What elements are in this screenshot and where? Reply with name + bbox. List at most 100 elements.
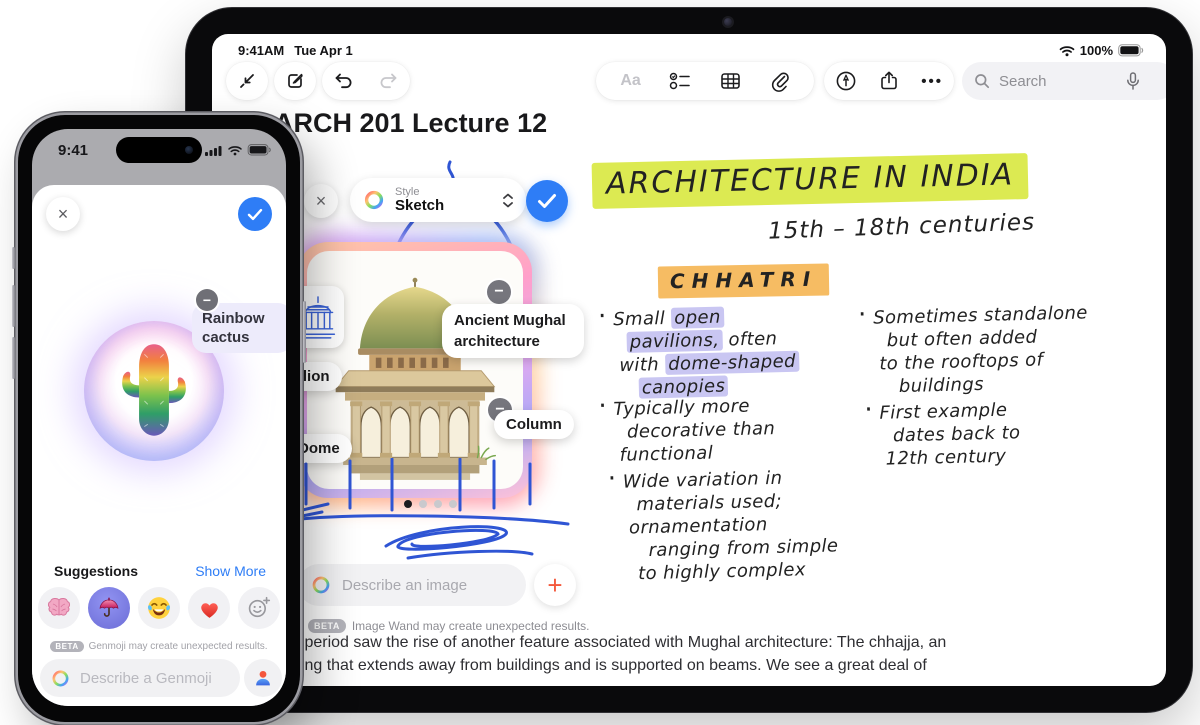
close-icon: × — [315, 191, 327, 211]
style-picker[interactable]: Style Sketch — [350, 178, 526, 222]
iphone-status-icons — [205, 144, 272, 156]
iphone-device: 9:41 × − Rainbow cactus Suggestions Show… — [12, 115, 306, 722]
handwritten-bullet: First exampledates back to12th century — [879, 398, 1021, 470]
front-camera-icon — [724, 18, 732, 26]
page-dot[interactable] — [404, 500, 412, 508]
battery-icon — [1118, 44, 1144, 57]
brain-emoji-icon[interactable] — [38, 587, 80, 629]
page-dot[interactable] — [449, 500, 457, 508]
markup-icon[interactable] — [835, 70, 857, 92]
highlighted-heading-text: ARCHITECTURE IN INDIA — [591, 153, 1029, 209]
share-icon[interactable] — [879, 70, 899, 92]
remove-minus-icon: − — [202, 292, 212, 308]
genmoji-prompt-field[interactable] — [40, 659, 240, 697]
compose-note-button[interactable] — [274, 62, 316, 100]
attachment-icon[interactable] — [770, 71, 790, 92]
more-icon[interactable]: ••• — [921, 73, 943, 90]
handwritten-section-title: CHHATRI — [657, 263, 830, 299]
format-toolbar-group: Aa — [596, 62, 814, 100]
person-icon — [256, 670, 270, 686]
note-body-line: ning that extends away from buildings an… — [292, 657, 927, 674]
collapse-note-button[interactable] — [226, 62, 268, 100]
volume-up-button[interactable] — [12, 285, 15, 327]
battery-icon — [247, 144, 271, 156]
add-plus-icon: + — [547, 570, 563, 600]
beta-badge: BETA — [308, 619, 346, 633]
genmoji-disclaimer: BETA Genmoji may create unexpected resul… — [32, 641, 286, 652]
chevron-updown-icon — [502, 193, 514, 208]
handwritten-bullet: Wide variation inmaterials used;ornament… — [623, 465, 840, 585]
handwritten-bullet: Small openpavilions, oftenwith dome-shap… — [613, 304, 800, 400]
search-input[interactable] — [997, 71, 1119, 91]
ipad-status-bar: 9:41AM Tue Apr 1 — [238, 43, 353, 58]
power-button[interactable] — [303, 301, 306, 363]
ipad-status-icons: 100% — [1059, 43, 1144, 58]
confirm-check-icon — [538, 194, 556, 208]
volume-down-button[interactable] — [12, 337, 15, 379]
page-dot[interactable] — [419, 500, 427, 508]
battery-percent: 100% — [1079, 43, 1113, 58]
object-label-main: Ancient Mughal architecture — [442, 304, 584, 358]
rainbow-cactus-emoji — [112, 337, 196, 443]
genmoji-sheet: × − Rainbow cactus Suggestions Show More… — [32, 185, 286, 706]
undo-icon[interactable] — [333, 71, 355, 91]
style-label: Style — [395, 185, 420, 198]
image-wand-confirm-button[interactable] — [526, 180, 568, 222]
remove-minus-icon: − — [494, 283, 504, 300]
remove-description-button[interactable]: − — [196, 289, 218, 311]
show-more-link[interactable]: Show More — [195, 563, 266, 579]
object-label-column: Column — [494, 410, 574, 439]
highlighted-section-text: CHHATRI — [657, 263, 830, 299]
image-wand-close-button[interactable]: × — [304, 184, 338, 218]
disclaimer-text: Genmoji may create unexpected results. — [88, 641, 268, 652]
genmoji-screen: 9:41 × − Rainbow cactus Suggestions Show… — [32, 129, 286, 706]
scene: 9:41AM Tue Apr 1 100% Aa ••• Search ARCH… — [0, 0, 1200, 725]
notes-app: 9:41AM Tue Apr 1 100% Aa ••• Search ARCH… — [212, 34, 1166, 686]
undo-redo-group — [322, 62, 410, 100]
image-wand-prompt-input[interactable] — [340, 575, 504, 595]
handwritten-heading: ARCHITECTURE IN INDIA — [591, 153, 1029, 209]
apple-intelligence-icon — [312, 576, 330, 594]
iphone-time: 9:41 — [58, 142, 89, 159]
handwritten-bullet: Sometimes standalonebut often addedto th… — [873, 301, 1090, 398]
redo-icon[interactable] — [377, 71, 399, 91]
confirm-check-icon — [247, 208, 263, 220]
dynamic-island — [116, 137, 202, 163]
suggestions-row — [38, 587, 280, 629]
add-image-button[interactable]: + — [534, 564, 576, 606]
image-wand-prompt-field[interactable] — [298, 564, 526, 606]
camera-lens-icon — [185, 146, 193, 154]
genmoji-close-button[interactable]: × — [46, 197, 80, 231]
ipad-device: 9:41AM Tue Apr 1 100% Aa ••• Search ARCH… — [186, 8, 1192, 712]
dictation-icon[interactable] — [1126, 71, 1140, 91]
genmoji-confirm-button[interactable] — [238, 197, 272, 231]
page-dots[interactable] — [404, 500, 457, 508]
suggestions-header: Suggestions Show More — [54, 563, 266, 579]
ipad-time: 9:41AM — [238, 43, 285, 58]
person-genmoji-button[interactable] — [244, 659, 282, 697]
suggestions-title: Suggestions — [54, 563, 139, 579]
image-wand-disclaimer: BETA Image Wand may create unexpected re… — [308, 619, 590, 633]
wifi-icon — [228, 145, 242, 155]
table-icon[interactable] — [720, 71, 741, 91]
laughing-emoji-icon[interactable] — [138, 587, 180, 629]
action-button[interactable] — [12, 247, 15, 269]
add-emoji-icon[interactable] — [238, 587, 280, 629]
close-icon: × — [57, 204, 69, 224]
apple-intelligence-icon — [52, 670, 69, 686]
wifi-icon — [1059, 45, 1075, 56]
disclaimer-text: Image Wand may create unexpected results… — [351, 619, 590, 633]
genmoji-prompt-input[interactable] — [78, 668, 222, 688]
beta-badge: BETA — [50, 641, 84, 652]
markup-toolbar-group: ••• — [824, 62, 954, 100]
handwritten-bullet: Typically moredecorative thanfunctional — [613, 394, 776, 467]
page-dot[interactable] — [434, 500, 442, 508]
checklist-icon[interactable] — [669, 71, 691, 91]
umbrella-emoji-icon[interactable] — [88, 587, 130, 629]
heart-emoji-icon[interactable] — [188, 587, 230, 629]
format-icon[interactable]: Aa — [620, 72, 640, 90]
search-field[interactable] — [962, 62, 1166, 100]
remove-label-button[interactable]: − — [487, 280, 511, 304]
style-value: Sketch — [395, 196, 445, 214]
note-title: ARCH 201 Lecture 12 — [274, 108, 548, 138]
